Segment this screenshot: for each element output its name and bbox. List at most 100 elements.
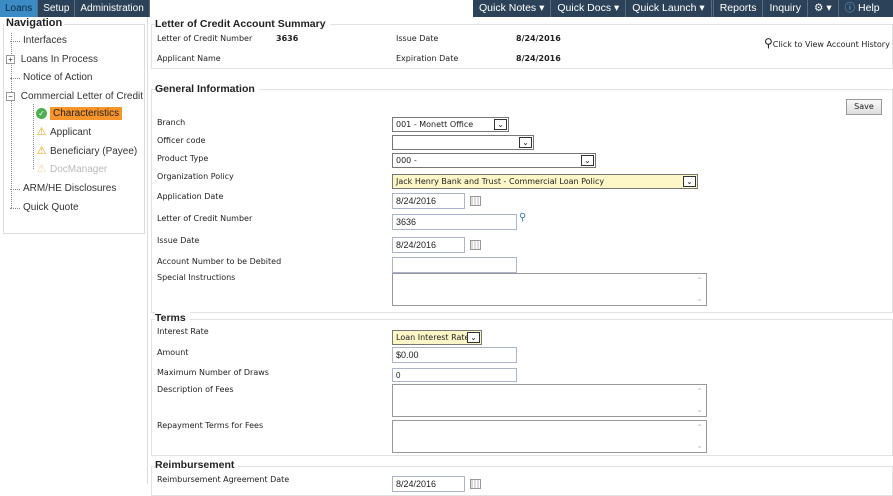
reimbursement-date-input[interactable]: 8/24/2016 — [392, 476, 465, 492]
gear-icon: ⚙ — [813, 2, 824, 14]
account-history-link[interactable]: ⚲Click to View Account History — [764, 36, 890, 50]
special-instructions-label: Special Instructions — [157, 273, 236, 282]
scroll-up-icon[interactable]: ⌃ — [696, 276, 703, 285]
check-icon: ✓ — [36, 108, 47, 119]
loc-number-value: 3636 — [276, 34, 299, 43]
amount-input[interactable]: $0.00 — [392, 347, 517, 363]
main-tabs: Loans Setup Administration — [0, 0, 150, 17]
calendar-icon[interactable] — [470, 479, 481, 489]
nav-item-interfaces[interactable]: Interfaces — [10, 35, 67, 46]
caret-down-icon: ▾ — [539, 2, 545, 14]
account-debited-input[interactable] — [392, 257, 517, 273]
reimbursement-date-label: Reimbursement Agreement Date — [157, 475, 290, 484]
nav-item-notice-of-action[interactable]: Notice of Action — [10, 72, 92, 83]
application-date-input[interactable]: 8/24/2016 — [392, 193, 465, 209]
chevron-down-icon: ⌄ — [581, 155, 594, 166]
issue-date-field-label: Issue Date — [157, 236, 200, 245]
interest-rate-select[interactable]: Loan Interest Rate ⌄ — [392, 330, 482, 345]
nav-item-characteristics[interactable]: ✓ Characteristics — [36, 107, 123, 121]
nav-label: Characteristics — [50, 107, 123, 121]
product-type-select[interactable]: 000 - ⌄ — [392, 153, 596, 168]
nav-label: Loans In Process — [20, 54, 99, 65]
applicant-name-label: Applicant Name — [157, 54, 221, 63]
warning-icon: ⚠ — [36, 163, 47, 175]
interest-rate-label: Interest Rate — [157, 327, 209, 336]
max-draws-input[interactable]: 0 — [392, 368, 517, 382]
nav-item-applicant[interactable]: ⚠ Applicant — [36, 126, 92, 139]
nav-label: ARM/HE Disclosures — [23, 183, 117, 194]
nav-label: Commercial Letter of Credit — [20, 91, 144, 102]
help-button[interactable]: ⓘ Help — [839, 0, 886, 17]
nav-item-loans-in-process[interactable]: + Loans In Process — [6, 54, 98, 65]
nav-item-quick-quote[interactable]: Quick Quote — [10, 202, 79, 213]
expiration-date-value: 8/24/2016 — [516, 54, 561, 63]
loc-number-field-label: Letter of Credit Number — [157, 214, 253, 223]
loc-number-input[interactable]: 3636 — [392, 214, 517, 230]
history-link-label: Click to View Account History — [772, 40, 890, 49]
reports-button[interactable]: Reports — [714, 0, 764, 17]
save-button[interactable]: Save — [846, 99, 882, 115]
max-draws-label: Maximum Number of Draws — [157, 368, 269, 377]
repayment-terms-label: Repayment Terms for Fees — [157, 421, 264, 430]
branch-select[interactable]: 001 - Monett Office ⌄ — [392, 117, 509, 132]
nav-item-beneficiary[interactable]: ⚠ Beneficiary (Payee) — [36, 145, 138, 158]
calendar-icon[interactable] — [470, 196, 481, 206]
quick-notes-label: Quick Notes — [479, 2, 537, 14]
quick-notes-menu[interactable]: Quick Notes ▾ — [473, 0, 552, 17]
repayment-terms-textarea[interactable]: ⌃ ⌄ — [392, 420, 707, 453]
tab-loans[interactable]: Loans — [0, 0, 39, 17]
scroll-up-icon[interactable]: ⌃ — [696, 423, 703, 432]
nav-item-arm-he-disclosures[interactable]: ARM/HE Disclosures — [10, 183, 116, 194]
collapse-icon[interactable]: − — [6, 92, 15, 101]
loc-number-label: Letter of Credit Number — [157, 34, 253, 43]
issue-date-input[interactable]: 8/24/2016 — [392, 237, 465, 253]
issue-date-label: Issue Date — [396, 34, 439, 43]
quick-docs-menu[interactable]: Quick Docs ▾ — [551, 0, 627, 17]
scroll-up-icon[interactable]: ⌃ — [696, 387, 703, 396]
rate-value: Loan Interest Rate — [396, 333, 470, 342]
inquiry-button[interactable]: Inquiry — [763, 0, 808, 17]
help-icon: ⓘ — [844, 2, 856, 14]
org-value: Jack Henry Bank and Trust - Commercial L… — [396, 177, 605, 186]
quick-launch-menu[interactable]: Quick Launch ▾ — [626, 0, 714, 17]
tab-setup[interactable]: Setup — [38, 0, 76, 17]
special-instructions-textarea[interactable]: ⌃ ⌄ — [392, 273, 707, 306]
search-icon[interactable]: ⚲ — [519, 212, 526, 223]
chevron-down-icon: ⌄ — [494, 119, 507, 130]
nav-label: Notice of Action — [23, 72, 93, 83]
magnifier-icon: ⚲ — [764, 36, 773, 50]
fees-description-label: Description of Fees — [157, 385, 234, 394]
nav-label: Interfaces — [23, 35, 67, 46]
expand-icon[interactable]: + — [6, 55, 15, 64]
officer-code-select[interactable]: ⌄ — [392, 135, 534, 150]
help-label: Help — [858, 2, 880, 14]
branch-label: Branch — [157, 118, 186, 127]
issue-date-value: 8/24/2016 — [516, 34, 561, 43]
reimbursement-title: Reimbursement — [155, 459, 239, 471]
scroll-down-icon[interactable]: ⌄ — [696, 294, 703, 303]
toolbar: Quick Notes ▾ Quick Docs ▾ Quick Launch … — [473, 0, 893, 17]
nav-label: DocManager — [50, 164, 108, 176]
application-date-label: Application Date — [157, 192, 224, 201]
product-value: 000 - — [396, 156, 417, 165]
chevron-down-icon: ⌄ — [519, 137, 532, 148]
branch-value: 001 - Monett Office — [396, 120, 474, 129]
caret-down-icon: ▾ — [614, 2, 620, 14]
nav-item-commercial-letter-of-credit[interactable]: − Commercial Letter of Credit — [6, 91, 143, 102]
org-policy-label: Organization Policy — [157, 172, 234, 181]
chevron-down-icon: ⌄ — [683, 176, 696, 187]
warning-icon: ⚠ — [36, 145, 47, 157]
caret-down-icon: ▾ — [826, 2, 832, 14]
calendar-icon[interactable] — [470, 240, 481, 250]
scroll-down-icon[interactable]: ⌄ — [696, 405, 703, 414]
org-policy-select[interactable]: Jack Henry Bank and Trust - Commercial L… — [392, 174, 698, 189]
fees-description-textarea[interactable]: ⌃ ⌄ — [392, 384, 707, 417]
terms-title: Terms — [155, 312, 190, 324]
settings-menu[interactable]: ⚙ ▾ — [808, 0, 839, 17]
tab-administration[interactable]: Administration — [75, 0, 150, 17]
warning-icon: ⚠ — [36, 126, 47, 138]
chevron-down-icon: ⌄ — [467, 332, 480, 343]
scroll-down-icon[interactable]: ⌄ — [696, 441, 703, 450]
product-type-label: Product Type — [157, 154, 209, 163]
officer-code-label: Officer code — [157, 136, 206, 145]
